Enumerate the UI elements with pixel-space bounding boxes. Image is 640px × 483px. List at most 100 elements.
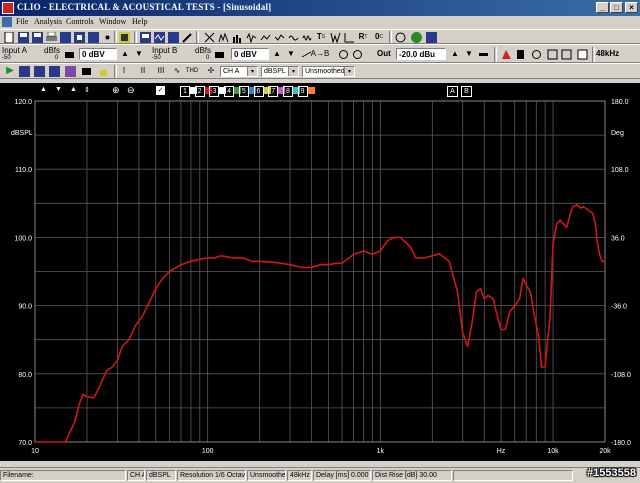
new-icon[interactable] <box>3 31 15 43</box>
maximize-button[interactable]: □ <box>610 2 623 13</box>
status-smoothing: Unsmoothed <box>247 470 286 481</box>
smoothing-select[interactable]: Unsmoothed ▾ <box>302 66 355 77</box>
copy-icon[interactable] <box>73 31 85 43</box>
status-resolution: Resolution 1/6 Octave <box>177 470 246 481</box>
tools-icon[interactable] <box>203 31 215 43</box>
mls-icon[interactable] <box>245 31 257 43</box>
input-b-autorange-icon[interactable] <box>213 48 225 60</box>
input-a-autorange-icon[interactable] <box>63 48 75 60</box>
sample-rate[interactable]: 48kHz <box>596 49 619 58</box>
waterfall-icon[interactable] <box>287 31 299 43</box>
input-a-scale-left: -50 <box>2 55 11 61</box>
waveform-button[interactable]: ∿ <box>171 65 183 77</box>
menu-window[interactable]: Window <box>99 17 126 26</box>
x-tick-label: 10k <box>547 448 559 455</box>
input-a-unit: dBfs <box>44 46 61 55</box>
leq-icon[interactable] <box>343 31 355 43</box>
input-b-range-field[interactable]: 0 dBV <box>231 48 269 60</box>
loop-icon[interactable] <box>351 48 363 60</box>
mic-icon[interactable] <box>514 48 526 60</box>
marker-ii-button[interactable]: II <box>137 65 149 77</box>
lock-icon[interactable] <box>97 65 109 77</box>
export-icon[interactable] <box>59 31 71 43</box>
disk-icon[interactable] <box>167 31 179 43</box>
window-title: CLIO - ELECTRICAL & ACOUSTICAL TESTS - [… <box>17 2 272 12</box>
generator-icon[interactable] <box>500 48 512 60</box>
settings-dialog-icon[interactable] <box>64 65 76 77</box>
multimeter-icon[interactable] <box>139 31 151 43</box>
y2-tick-label: 180.0 <box>611 99 629 106</box>
panel-icon[interactable] <box>560 48 572 60</box>
menu-analysis[interactable]: Analysis <box>34 17 62 26</box>
open-measure-icon[interactable] <box>33 65 45 77</box>
input-a-range-field[interactable]: 0 dBV <box>79 48 117 60</box>
menu-icon[interactable] <box>2 17 12 29</box>
frequency-response-graph[interactable]: ▲ ▼ ▲ ⇕ ⊕ ⊖ ✓ 123456789 A B dBSPL Deg 70… <box>0 83 640 461</box>
overlay-icon[interactable] <box>48 65 60 77</box>
unit-select[interactable]: dBSPL ▾ <box>261 66 299 77</box>
record-icon[interactable] <box>394 31 406 43</box>
status-empty <box>453 470 573 481</box>
info-icon[interactable] <box>425 31 437 43</box>
rta-icon[interactable] <box>231 31 243 43</box>
output-up-icon[interactable]: ▲ <box>449 48 461 60</box>
play-button[interactable]: ▶ <box>4 65 16 77</box>
meter-icon[interactable] <box>546 48 558 60</box>
input-b-down-icon[interactable]: ▼ <box>285 48 297 60</box>
channel-select[interactable]: CH A ▾ <box>220 66 258 77</box>
menu-help[interactable]: Help <box>132 17 148 26</box>
ts-parameters-icon[interactable]: TS <box>315 31 327 43</box>
input-a-scale-right: 0 <box>55 55 59 61</box>
calculator-icon[interactable] <box>118 31 130 43</box>
status-delay: Delay [ms] 0.000 <box>313 470 371 481</box>
y-tick-label: 110.0 <box>15 167 32 174</box>
y2-tick-label: -36.0 <box>611 304 627 311</box>
settings-icon[interactable] <box>87 31 99 43</box>
minimize-button[interactable]: _ <box>596 2 609 13</box>
print-icon[interactable] <box>45 31 57 43</box>
marker-iii-button[interactable]: III <box>155 65 167 77</box>
status-unit: dBSPL <box>146 470 176 481</box>
a-to-b-icon[interactable]: A→B <box>311 48 330 60</box>
help-icon[interactable] <box>410 31 422 43</box>
phantom-icon[interactable] <box>337 48 349 60</box>
fft-icon[interactable] <box>217 31 229 43</box>
output-zero-icon[interactable] <box>477 48 489 60</box>
graph-icon[interactable] <box>576 48 588 60</box>
y2-tick-label: -180.0 <box>611 440 631 447</box>
io-toolbar: Input A -50 dBfs 0 0 dBV ▲ ▼ Input B -50… <box>0 44 640 63</box>
x-tick-label: 100 <box>202 448 214 455</box>
marker-i-button[interactable]: I <box>118 65 130 77</box>
sweep-icon[interactable] <box>301 31 313 43</box>
y-tick-label: 80.0 <box>18 372 32 379</box>
multitone-icon[interactable] <box>273 31 285 43</box>
brush-icon[interactable] <box>181 31 193 43</box>
wow-flutter-icon[interactable] <box>329 31 341 43</box>
input-a-up-icon[interactable]: ▲ <box>119 48 131 60</box>
input-b-up-icon[interactable]: ▲ <box>271 48 283 60</box>
save-icon[interactable] <box>17 31 29 43</box>
response-curve <box>35 203 605 443</box>
output-level-field[interactable]: -20.0 dBu <box>396 48 446 60</box>
cursor-icon[interactable]: ✢ <box>205 65 217 77</box>
output-down-icon[interactable]: ▼ <box>463 48 475 60</box>
menu-file[interactable]: File <box>16 17 28 26</box>
thd-button[interactable]: THD <box>184 65 200 77</box>
input-a-down-icon[interactable]: ▼ <box>133 48 145 60</box>
dot-icon[interactable] <box>101 31 113 43</box>
camera-icon[interactable] <box>80 65 92 77</box>
watermark-text: #1553558 <box>587 467 636 479</box>
zero-cal-icon[interactable]: 0C <box>373 31 385 43</box>
app-icon <box>2 2 14 14</box>
save-all-icon[interactable] <box>31 31 43 43</box>
rt60-icon[interactable]: RT <box>357 31 369 43</box>
menu-bar: File Analysis Controls Window Help <box>0 16 640 29</box>
status-rate: 48kHz <box>287 470 312 481</box>
close-button[interactable]: × <box>625 2 638 13</box>
scope-icon[interactable] <box>153 31 165 43</box>
impedance-icon[interactable] <box>530 48 542 60</box>
save-measure-icon[interactable] <box>18 65 30 77</box>
y2-tick-label: -108.0 <box>611 372 631 379</box>
menu-controls[interactable]: Controls <box>66 17 94 26</box>
sinusoidal-icon[interactable] <box>259 31 271 43</box>
